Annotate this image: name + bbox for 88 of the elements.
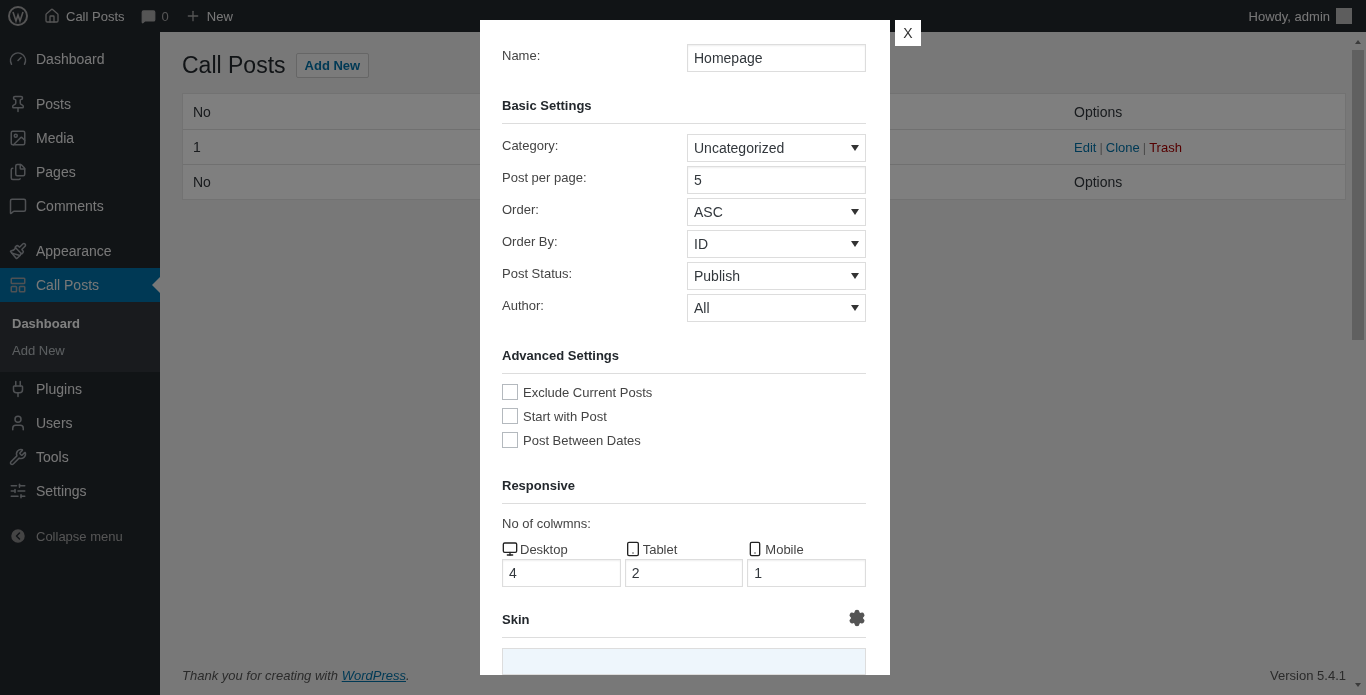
footer-text: Thank you for creating with WordPress. [182,668,410,683]
table-cell: 1 [193,139,201,155]
wordpress-link[interactable]: WordPress [341,668,406,683]
section-title: Responsive [502,456,866,504]
pin-icon [9,95,27,113]
device-label: Tablet [642,541,678,557]
add-new-button[interactable]: Add New [295,53,370,78]
device-label: Desktop [520,541,568,557]
select-field[interactable]: Publish [687,262,866,290]
submenu-item[interactable]: Add New [0,337,160,364]
name-field[interactable]: Homepage [687,44,866,72]
new-link[interactable]: New [184,8,233,24]
site-link[interactable]: Call Posts [44,8,125,24]
field-label: Category: [502,137,560,153]
field-label: Post per page: [502,169,588,185]
caret-icon [851,144,859,152]
row-action-link[interactable]: Clone [1105,139,1140,155]
layout-icon [9,276,27,294]
input-field[interactable]: 1 [747,559,866,587]
version-text: Version 5.4.1 [1270,668,1346,683]
column-footer: No [193,174,211,190]
select-field[interactable]: All [687,294,866,322]
account-link[interactable]: Howdy, admin [1248,8,1358,24]
caret-icon [851,272,859,280]
select-field[interactable]: ID [687,230,866,258]
pages-icon [9,163,27,181]
checkbox-label: Exclude Current Posts [523,384,653,400]
settings-icon[interactable] [848,609,866,627]
menu-item[interactable]: Plugins [0,372,160,406]
column-header: No [193,103,211,120]
input-field[interactable]: 2 [624,559,744,587]
input-field[interactable]: 4 [502,559,621,587]
section-title: Skin [502,612,530,627]
separator: | [1142,139,1147,155]
checkbox-label: Start with Post [523,408,607,424]
row-action-link[interactable]: Edit [1074,139,1097,155]
tablet-icon [624,541,641,557]
menu-item[interactable]: Users [0,406,160,440]
menu-item[interactable]: Call Posts [0,268,160,302]
input-field[interactable]: 5 [687,166,866,194]
select-field[interactable]: Uncategorized [687,134,866,162]
menu-item[interactable]: Tools [0,440,160,474]
caret-icon [851,208,859,216]
wrench-icon [9,448,27,466]
caret-icon [851,240,859,248]
comments-link[interactable]: 0 [140,8,169,24]
collapse-icon [9,527,27,545]
separator: | [1099,139,1103,155]
close-button[interactable]: X [895,20,921,46]
row-action-link[interactable]: Trash [1149,139,1182,155]
checkbox-label: Post Between Dates [523,432,641,448]
checkbox[interactable] [502,432,518,448]
image-icon [9,129,27,147]
menu-item[interactable]: Dashboard [0,42,160,76]
checkbox[interactable] [502,384,518,400]
field-label: Author: [502,297,545,313]
field-label: Order By: [502,233,559,249]
menu-item[interactable]: Comments [0,189,160,223]
logo-icon[interactable] [8,6,28,26]
home-icon [44,8,60,24]
section-title: Advanced Settings [502,326,866,374]
comment-icon [9,197,27,215]
menu-item[interactable]: Posts [0,87,160,121]
collapse-menu-button[interactable]: Collapse menu [0,519,160,553]
submenu-item[interactable]: Dashboard [0,310,160,337]
menu-item[interactable]: Settings [0,474,160,508]
paintbrush-icon [9,242,27,260]
menu-item[interactable]: Appearance [0,234,160,268]
monitor-icon [502,541,518,557]
menu-item[interactable]: Pages [0,155,160,189]
field-label: No of colwmns: [502,516,592,531]
user-icon [9,414,27,432]
column-footer: Options [1074,174,1123,190]
page-title: Call Posts [182,52,286,79]
caret-icon [851,304,859,312]
sliders-icon [9,482,27,500]
avatar-icon [1336,8,1352,24]
select-field[interactable]: ASC [687,198,866,226]
field-label: Post Status: [502,265,574,281]
checkbox[interactable] [502,408,518,424]
device-label: Mobile [765,541,804,557]
section-title: Basic Settings [502,76,866,124]
comment-icon [140,8,156,24]
column-header: Options [1074,103,1123,120]
menu-item[interactable]: Media [0,121,160,155]
field-label: Name: [502,47,542,63]
field-label: Order: [502,201,540,217]
gauge-icon [9,50,27,68]
